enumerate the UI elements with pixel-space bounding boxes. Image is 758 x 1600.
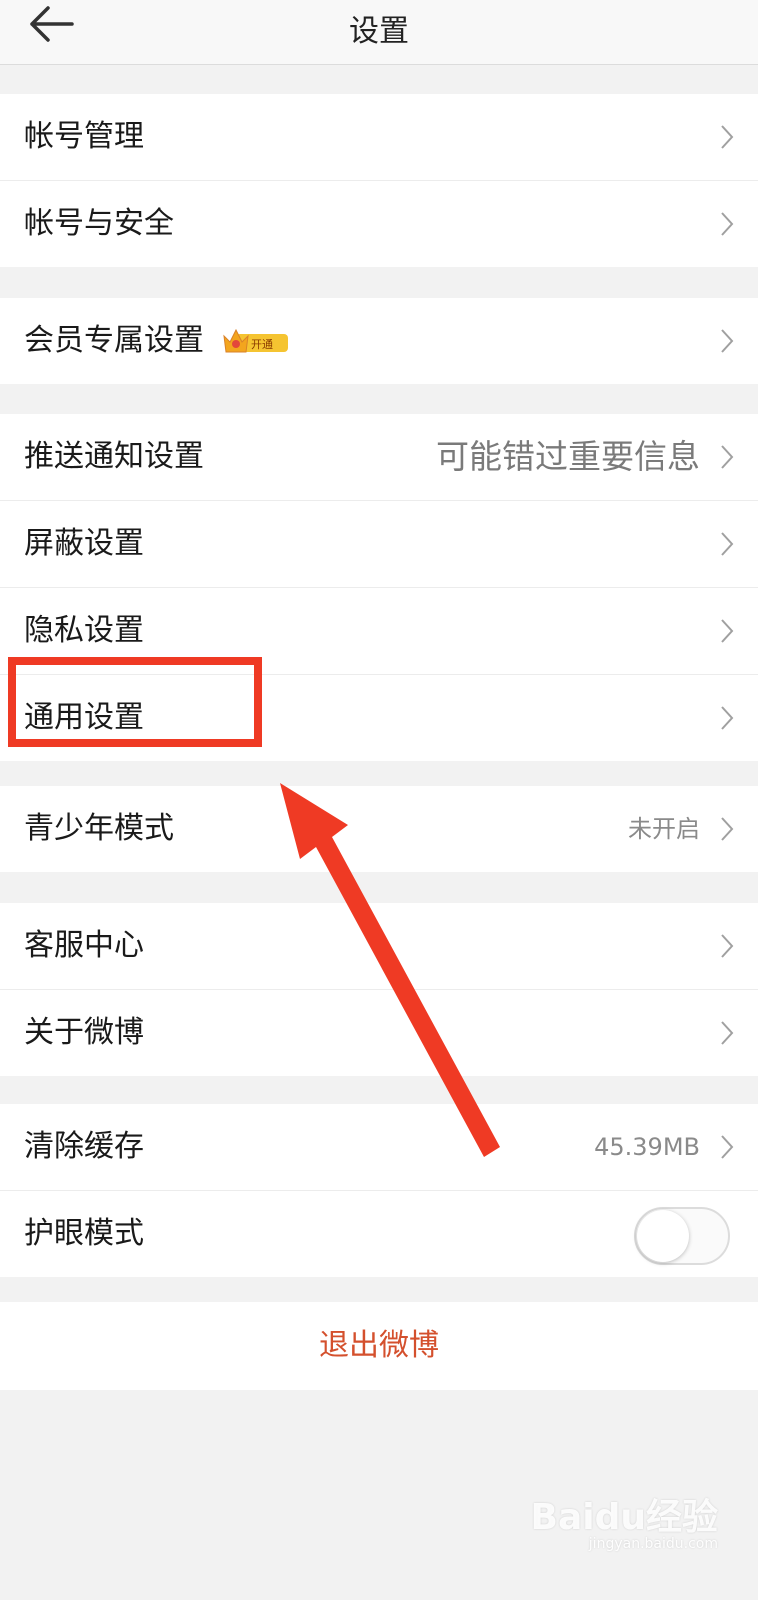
row-customer-service[interactable]: 客服中心 bbox=[0, 903, 758, 990]
chevron-right-icon bbox=[721, 212, 734, 236]
chevron-right-icon bbox=[721, 329, 734, 353]
row-privacy-settings[interactable]: 隐私设置 bbox=[0, 588, 758, 675]
row-teen-mode[interactable]: 青少年模式 未开启 bbox=[0, 786, 758, 872]
chevron-right-icon bbox=[721, 445, 734, 469]
row-vip-settings[interactable]: 会员专属设置 开通 bbox=[0, 298, 758, 384]
chevron-right-icon bbox=[721, 532, 734, 556]
toggle-knob bbox=[637, 1210, 689, 1262]
svg-text:开通: 开通 bbox=[251, 338, 273, 351]
crown-icon[interactable]: 开通 bbox=[222, 326, 290, 356]
chevron-right-icon bbox=[721, 1021, 734, 1045]
row-account-management[interactable]: 帐号管理 bbox=[0, 94, 758, 181]
row-label: 清除缓存 bbox=[24, 1129, 144, 1164]
row-account-security[interactable]: 帐号与安全 bbox=[0, 181, 758, 267]
row-label: 青少年模式 bbox=[24, 811, 174, 846]
chevron-right-icon bbox=[721, 1135, 734, 1159]
row-label: 帐号与安全 bbox=[24, 206, 174, 241]
top-bar: 设置 bbox=[0, 0, 758, 65]
row-label: 关于微博 bbox=[24, 1015, 144, 1050]
page-title: 设置 bbox=[349, 14, 409, 49]
chevron-right-icon bbox=[721, 934, 734, 958]
row-value: 可能错过重要信息 bbox=[436, 437, 700, 476]
chevron-right-icon bbox=[721, 125, 734, 149]
teen-group: 青少年模式 未开启 bbox=[0, 786, 758, 872]
help-group: 客服中心 关于微博 bbox=[0, 903, 758, 1076]
account-group: 帐号管理 帐号与安全 bbox=[0, 94, 758, 267]
settings-group: 推送通知设置 可能错过重要信息 屏蔽设置 隐私设置 通用设置 bbox=[0, 414, 758, 761]
chevron-right-icon bbox=[721, 817, 734, 841]
vip-group: 会员专属设置 开通 bbox=[0, 298, 758, 384]
misc-group: 清除缓存 45.39MB 护眼模式 bbox=[0, 1104, 758, 1277]
row-block-settings[interactable]: 屏蔽设置 bbox=[0, 501, 758, 588]
row-general-settings[interactable]: 通用设置 bbox=[0, 675, 758, 761]
row-value: 45.39MB bbox=[594, 1133, 700, 1161]
watermark-brand: Baidu经验 bbox=[530, 1497, 718, 1538]
row-label: 隐私设置 bbox=[24, 613, 144, 648]
row-push-notifications[interactable]: 推送通知设置 可能错过重要信息 bbox=[0, 414, 758, 501]
row-label: 会员专属设置 bbox=[24, 323, 204, 358]
row-about-weibo[interactable]: 关于微博 bbox=[0, 990, 758, 1076]
settings-screen: 设置 帐号管理 帐号与安全 会员专属设置 开通 推送通知设置 可能错过重要信息 … bbox=[0, 0, 758, 1600]
eye-protection-toggle[interactable] bbox=[634, 1207, 730, 1265]
row-label: 推送通知设置 bbox=[24, 439, 204, 474]
row-eye-protection: 护眼模式 bbox=[0, 1191, 758, 1277]
row-label: 护眼模式 bbox=[24, 1216, 144, 1251]
chevron-right-icon bbox=[721, 706, 734, 730]
row-label: 屏蔽设置 bbox=[24, 526, 144, 561]
watermark-url: jingyan.baidu.com bbox=[588, 1536, 718, 1552]
row-label: 客服中心 bbox=[24, 928, 144, 963]
logout-button[interactable]: 退出微博 bbox=[0, 1302, 758, 1390]
row-clear-cache[interactable]: 清除缓存 45.39MB bbox=[0, 1104, 758, 1191]
row-label: 帐号管理 bbox=[24, 119, 144, 154]
chevron-right-icon bbox=[721, 619, 734, 643]
row-label: 通用设置 bbox=[24, 700, 144, 735]
row-value: 未开启 bbox=[628, 815, 700, 843]
